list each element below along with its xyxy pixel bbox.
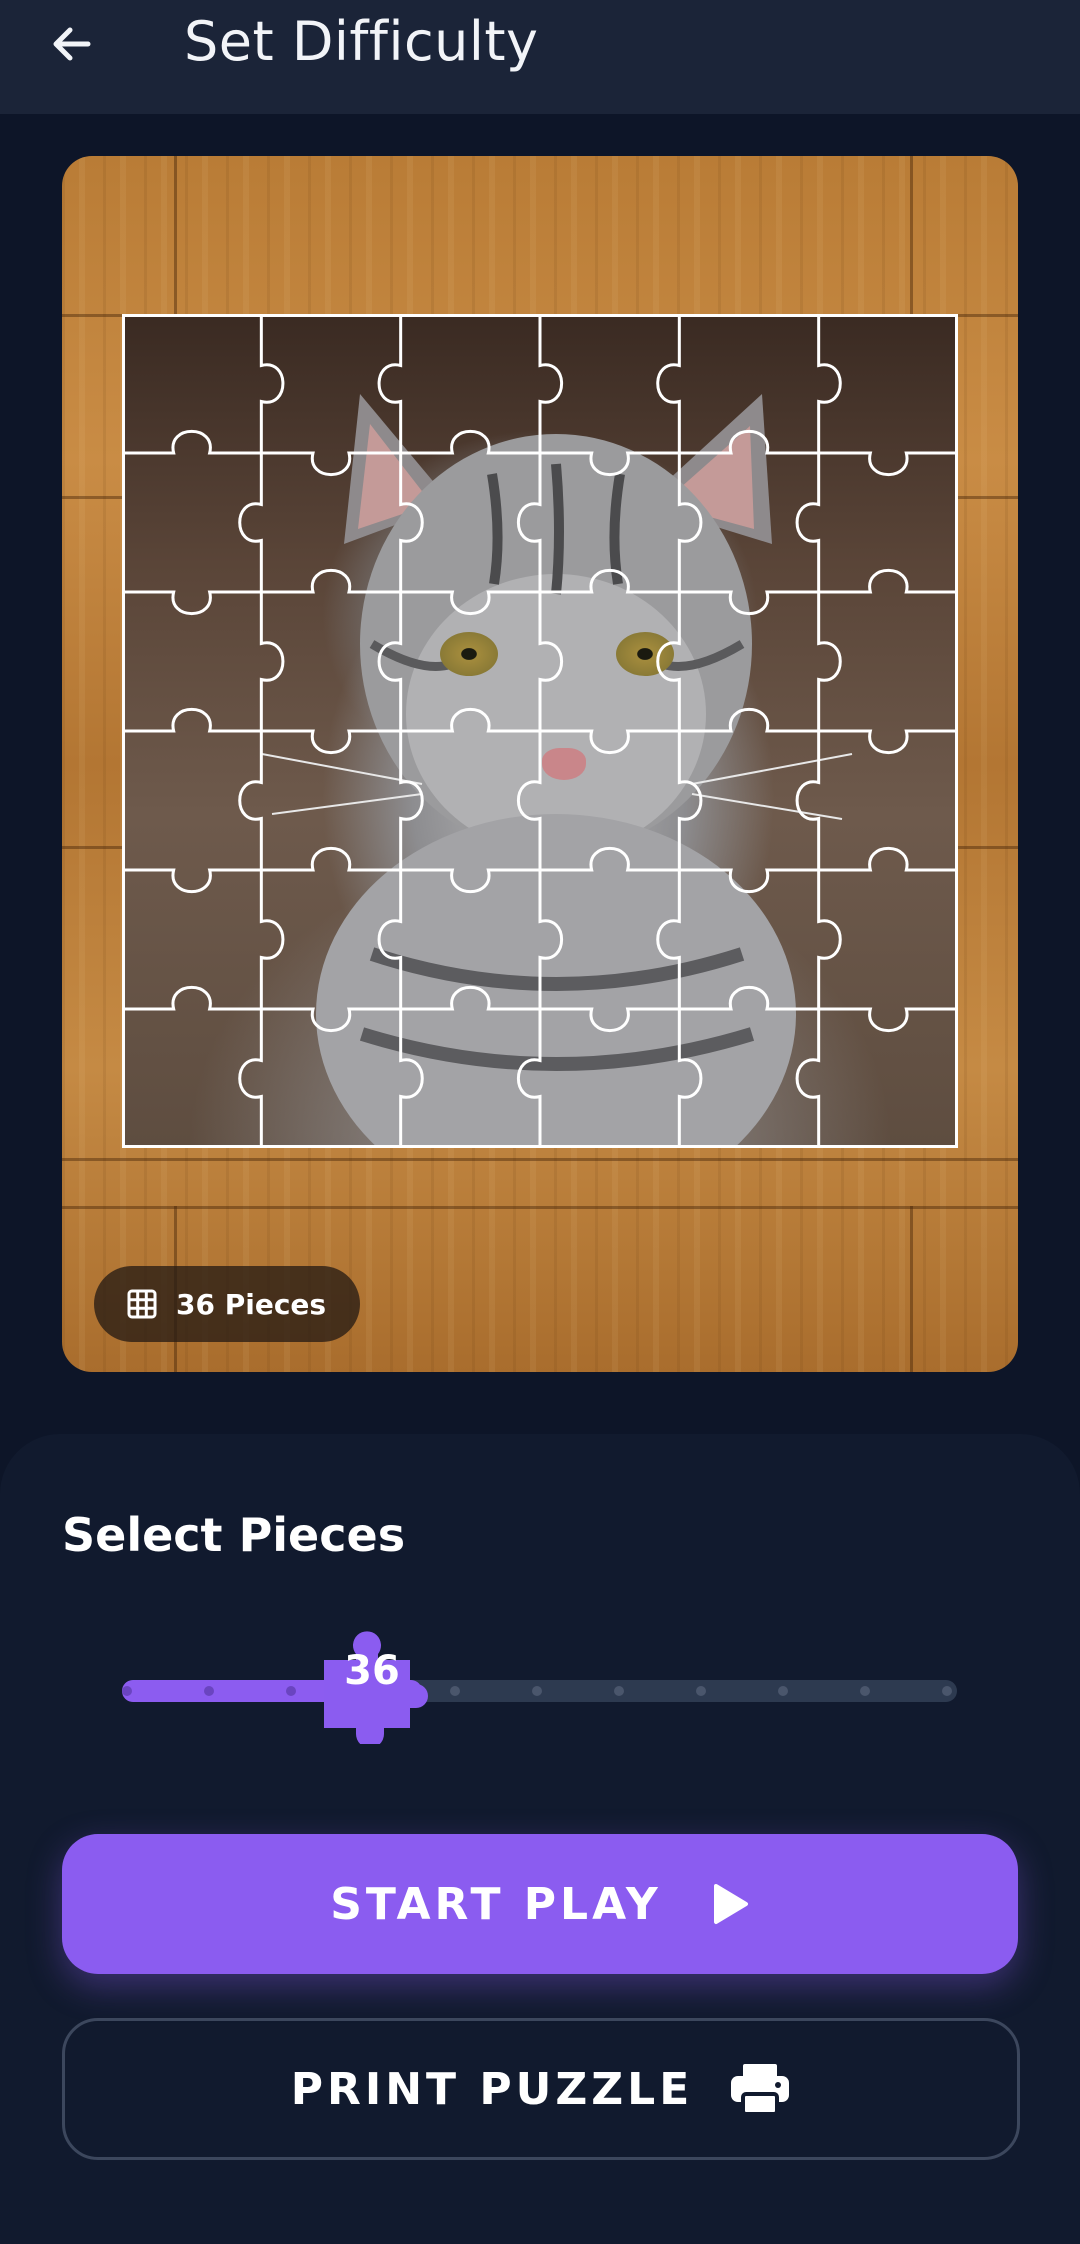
print-puzzle-button[interactable]: PRINT PUZZLE — [62, 2018, 1020, 2160]
printer-icon — [731, 2064, 790, 2116]
slider-tick[interactable] — [778, 1686, 788, 1696]
puzzle-piece-grid — [122, 314, 958, 1148]
app-header: Set Difficulty — [0, 0, 1080, 114]
slider-tick[interactable] — [204, 1686, 214, 1696]
puzzle-preview-card: 36 Pieces — [62, 156, 1018, 1372]
select-pieces-heading: Select Pieces — [62, 1508, 406, 1562]
back-button[interactable] — [40, 12, 104, 76]
page-title: Set Difficulty — [184, 10, 539, 73]
slider-tick[interactable] — [860, 1686, 870, 1696]
slider-tick[interactable] — [122, 1686, 132, 1696]
slider-tick[interactable] — [614, 1686, 624, 1696]
slider-value: 36 — [344, 1648, 400, 1694]
slider-tick[interactable] — [532, 1686, 542, 1696]
start-play-label: START PLAY — [330, 1878, 662, 1930]
pieces-count-label: 36 Pieces — [176, 1287, 327, 1321]
slider-tick[interactable] — [286, 1686, 296, 1696]
slider-tick[interactable] — [696, 1686, 706, 1696]
puzzle-cut-lines — [122, 314, 958, 1148]
slider-tick[interactable] — [450, 1686, 460, 1696]
settings-panel: Select Pieces 36 START PLAY PRINT PUZZLE — [0, 1434, 1080, 2244]
print-puzzle-label: PRINT PUZZLE — [290, 2063, 694, 2115]
start-play-button[interactable]: START PLAY — [62, 1834, 1018, 1974]
slider-tick[interactable] — [942, 1686, 952, 1696]
pieces-count-badge: 36 Pieces — [94, 1266, 361, 1342]
play-icon — [713, 1884, 748, 1924]
arrow-left-icon — [53, 27, 91, 61]
grid-icon — [127, 1289, 157, 1319]
pieces-slider[interactable]: 36 — [0, 1624, 1080, 1744]
